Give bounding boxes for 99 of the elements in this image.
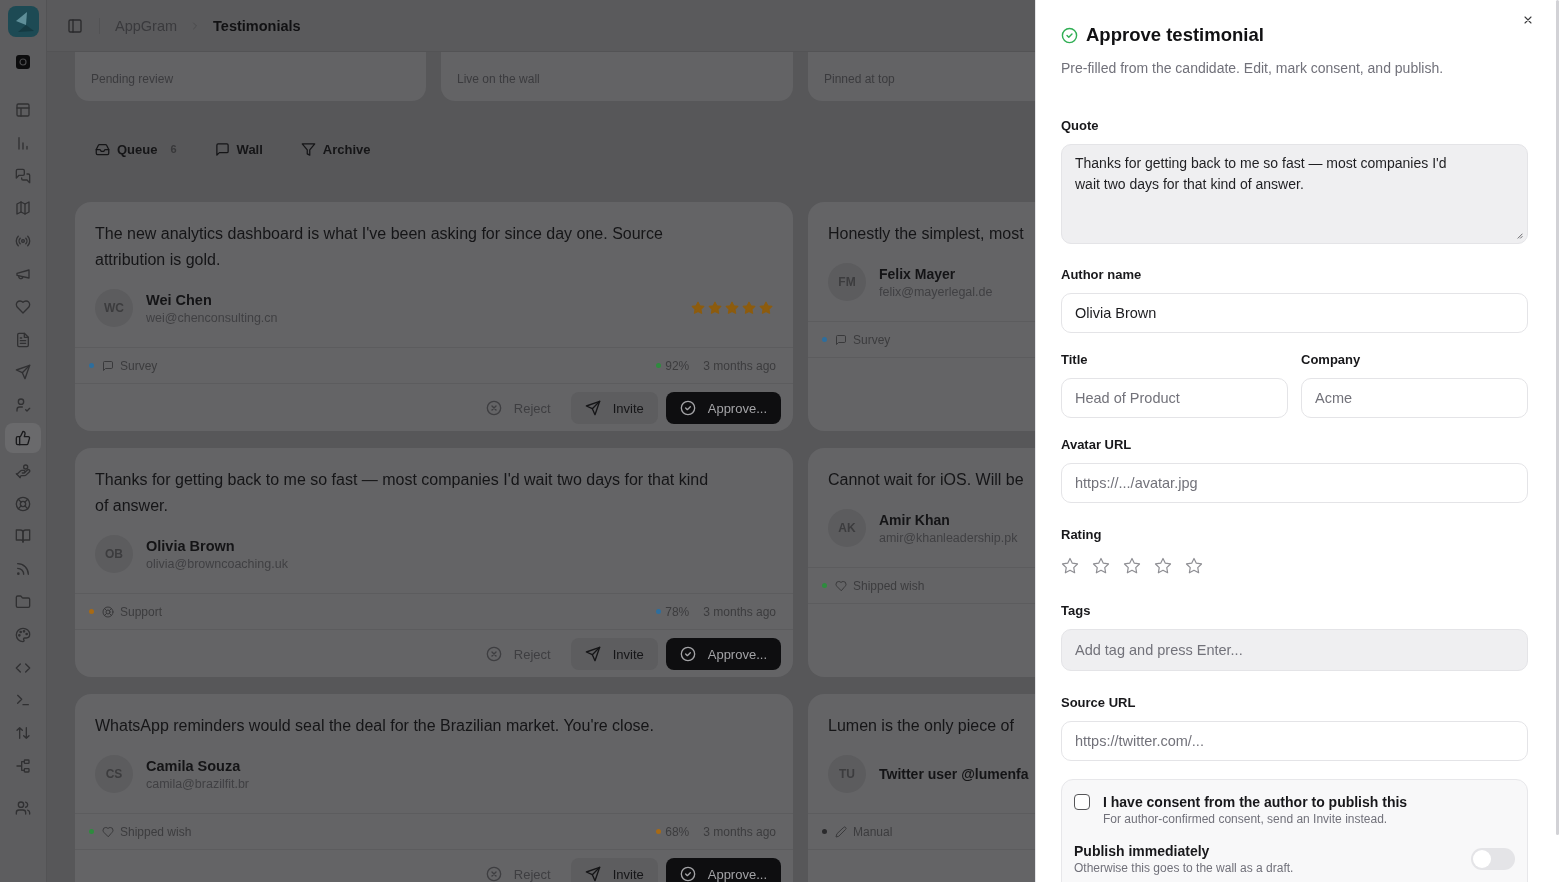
author-name: Wei Chen xyxy=(146,290,213,310)
star-icon xyxy=(691,301,705,315)
pencil-icon xyxy=(835,825,847,838)
scrollbar-thumb[interactable] xyxy=(1556,0,1559,835)
field-label: Rating xyxy=(1061,527,1103,543)
author-name: Amir Khan xyxy=(879,510,951,530)
title-input[interactable]: Head of Product xyxy=(1061,378,1288,418)
bar-chart-icon xyxy=(15,134,31,151)
x-circle-icon xyxy=(485,400,502,416)
invite-button[interactable]: Invite xyxy=(570,392,658,424)
chat-bubble-icon xyxy=(214,141,230,157)
author-name: Felix Mayer xyxy=(879,264,957,284)
consent-label: I have consent from the author to publish this xyxy=(1103,793,1408,811)
publish-label: Publish immediately xyxy=(1074,842,1211,860)
send-icon xyxy=(584,400,601,416)
consent-hint: For author-confirmed consent, send an Invite instead. xyxy=(1103,811,1389,827)
check-circle-icon xyxy=(679,866,696,882)
send-icon xyxy=(584,866,601,882)
megaphone-icon xyxy=(15,266,31,282)
field-label: Author name xyxy=(1061,267,1143,283)
field-label: Source URL xyxy=(1061,695,1137,711)
quote-text: Lumen is the only piece of xyxy=(828,716,1015,736)
star-icon[interactable] xyxy=(1154,557,1172,575)
invite-button[interactable]: Invite xyxy=(570,638,658,670)
toggle-switch[interactable] xyxy=(1471,848,1515,870)
chat-bubble-icon xyxy=(835,333,847,346)
author-name: Twitter user @lumenfa xyxy=(879,764,1030,784)
field-label: Company xyxy=(1301,352,1362,368)
source-url-input[interactable]: https://twitter.com/... xyxy=(1061,721,1528,761)
tab[interactable]: Archive xyxy=(292,136,379,162)
rss-icon xyxy=(15,561,31,578)
hierarchy-icon xyxy=(15,757,31,774)
author-name: Olivia Brown xyxy=(146,536,236,556)
folder-icon xyxy=(15,593,31,610)
sidebar-item[interactable] xyxy=(5,422,41,453)
panel-subtitle: Pre-filled from the candidate. Edit, mark consent, and publish. xyxy=(1061,59,1445,78)
star-icon[interactable] xyxy=(1061,557,1079,575)
life-buoy-icon xyxy=(15,495,31,512)
panel-title: Approve testimonial xyxy=(1086,24,1264,46)
book-icon xyxy=(15,528,31,545)
app-tile-icon[interactable] xyxy=(16,55,30,69)
star-icon[interactable] xyxy=(1185,557,1203,575)
check-circle-icon xyxy=(1061,26,1078,44)
checkbox[interactable] xyxy=(1074,794,1090,810)
users-icon xyxy=(15,799,31,816)
field-label: Title xyxy=(1061,352,1089,368)
star-icon xyxy=(708,301,722,315)
user-check-icon xyxy=(15,397,31,414)
x-circle-icon xyxy=(485,646,502,662)
close-icon[interactable] xyxy=(1522,14,1534,26)
star-rating[interactable] xyxy=(1061,557,1203,575)
field-label: Avatar URL xyxy=(1061,437,1133,453)
avatar-url-input[interactable]: https://.../avatar.jpg xyxy=(1061,463,1528,503)
author-name: Camila Souza xyxy=(146,756,242,776)
star-icon[interactable] xyxy=(1092,557,1110,575)
star-icon xyxy=(759,301,773,315)
quote-text: The new analytics dashboard is what I've been asking for since day one. Source attribution is gold. xyxy=(95,224,664,270)
chat-bubbles-icon xyxy=(15,167,31,184)
field-label: Tags xyxy=(1061,603,1092,619)
star-icon[interactable] xyxy=(1123,557,1141,575)
check-circle-icon xyxy=(679,400,696,416)
thumbs-up-icon xyxy=(15,429,31,446)
palette-icon xyxy=(15,626,31,643)
page-title: Testimonials xyxy=(213,17,301,34)
map-icon xyxy=(15,200,31,217)
star-icon xyxy=(725,301,739,315)
quote-text: Cannot wait for iOS. Will be xyxy=(828,470,1025,490)
author-name-input[interactable]: Olivia Brown xyxy=(1061,293,1528,333)
approve-button[interactable]: Approve... xyxy=(665,638,781,670)
tab[interactable]: Wall xyxy=(206,136,271,162)
life-buoy-icon xyxy=(102,605,114,618)
field-label: Quote xyxy=(1061,118,1100,134)
layout-icon xyxy=(15,102,31,118)
funnel-icon xyxy=(300,141,316,157)
inbox-icon xyxy=(95,141,110,157)
hand-coins-icon xyxy=(15,462,31,479)
approve-button[interactable]: Approve... xyxy=(665,858,781,882)
invite-button[interactable]: Invite xyxy=(570,858,658,882)
send-icon xyxy=(584,646,601,662)
tags-input[interactable]: Add tag and press Enter... xyxy=(1061,629,1528,671)
quote-text: Honestly the simplest, most xyxy=(828,224,1025,244)
send-icon xyxy=(15,364,31,381)
check-circle-icon xyxy=(679,646,696,662)
logo-icon[interactable] xyxy=(7,6,39,37)
quote-text: Thanks for getting back to me so fast — most companies I'd wait two days for that kind of answer. xyxy=(95,470,710,516)
approve-button[interactable]: Approve... xyxy=(665,392,781,424)
heart-icon xyxy=(835,579,847,592)
heart-icon xyxy=(102,825,114,838)
document-icon xyxy=(15,331,31,348)
panel-left-icon[interactable] xyxy=(67,17,83,34)
up-down-arrows-icon xyxy=(15,725,31,742)
star-icon xyxy=(742,301,756,315)
quote-textarea[interactable]: Thanks for getting back to me so fast — most companies I'd wait two days for that kind of answer. xyxy=(1061,144,1528,244)
publish-hint: Otherwise this goes to the wall as a draft. xyxy=(1074,860,1294,876)
x-circle-icon xyxy=(485,866,502,882)
company-input[interactable]: Acme xyxy=(1301,378,1528,418)
heart-icon xyxy=(15,298,31,315)
chat-bubble-icon xyxy=(102,359,114,372)
quote-text: WhatsApp reminders would seal the deal for the Brazilian market. You're close. xyxy=(95,716,655,736)
